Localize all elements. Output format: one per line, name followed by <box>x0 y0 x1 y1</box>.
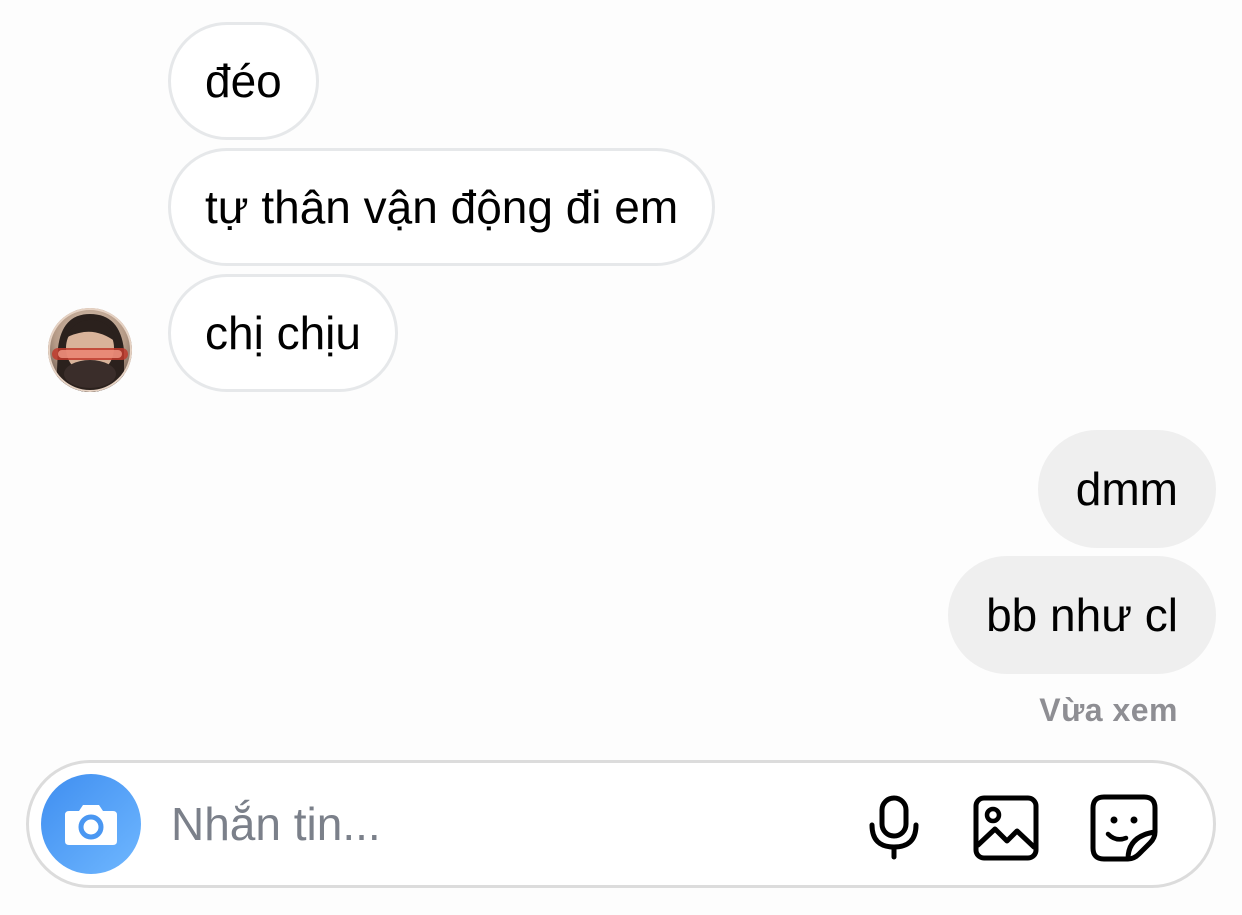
incoming-message[interactable]: chị chịu <box>168 274 398 392</box>
contact-avatar[interactable] <box>48 308 132 392</box>
message-composer <box>26 760 1216 888</box>
incoming-message[interactable]: tự thân vận động đi em <box>168 148 716 266</box>
image-gallery-icon <box>973 795 1039 861</box>
outgoing-message[interactable]: bb như cl <box>948 556 1216 674</box>
sticker-icon <box>1090 794 1158 862</box>
incoming-message[interactable]: đéo <box>168 22 319 140</box>
avatar-image <box>48 308 132 392</box>
outgoing-message[interactable]: dmm <box>1037 430 1216 548</box>
gallery-button[interactable] <box>971 793 1041 863</box>
camera-button[interactable] <box>41 774 141 874</box>
microphone-icon <box>869 795 919 860</box>
sticker-button[interactable] <box>1089 793 1159 863</box>
seen-status: Vừa xem <box>1039 692 1178 728</box>
chat-screen: đéo tự thân vận động đi em chị chịu dmm … <box>0 0 1242 915</box>
microphone-button[interactable] <box>859 793 929 863</box>
camera-icon <box>65 805 117 845</box>
message-input[interactable] <box>171 791 811 857</box>
